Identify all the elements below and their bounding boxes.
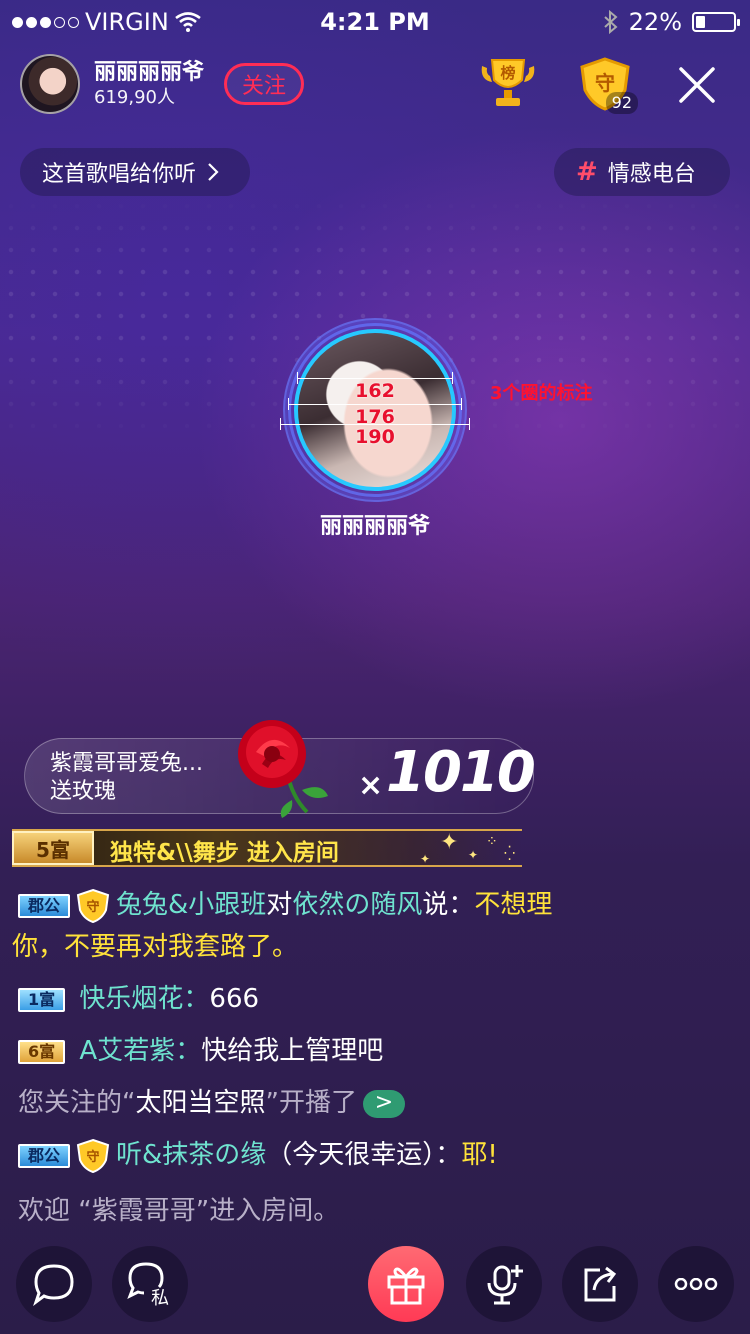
trophy-icon: 榜 xyxy=(481,59,535,106)
system-text: 您关注的“ xyxy=(18,1088,136,1118)
chat-text: 说： xyxy=(422,890,475,920)
chat-content: 666 xyxy=(209,984,260,1014)
center-name: 丽丽丽丽爷 xyxy=(319,514,430,539)
host-info[interactable]: 丽丽丽丽爷 619,90人 关注 xyxy=(20,54,305,114)
audience-count: 619,90人 xyxy=(94,87,175,108)
chat-content: 快给我上管理吧 xyxy=(201,1036,384,1066)
rich-badge: 6富 xyxy=(18,1039,66,1064)
measure-annotation: 3个圈的标注 xyxy=(490,383,593,404)
measure-label-outer: 190 xyxy=(355,426,395,448)
chat-content: 你，不要再对我套路了。 xyxy=(12,932,299,962)
sparkle-icon: ✦ xyxy=(440,830,459,855)
system-text: ”开播了 xyxy=(265,1088,357,1118)
radio-pill[interactable]: # 情感电台 xyxy=(554,148,730,196)
status-bar: VIRGIN 4:21 PM 22% xyxy=(0,0,750,44)
svg-text:守: 守 xyxy=(87,899,100,915)
gift-sender: 紫霞哥哥爱兔... 送玫瑰 xyxy=(50,750,203,806)
mic-button[interactable] xyxy=(466,1246,542,1322)
gift-count: 1010 xyxy=(386,740,536,805)
chat-content: 不想理 xyxy=(474,890,553,920)
gift-action: 送玫瑰 xyxy=(50,779,117,804)
host-avatar[interactable] xyxy=(20,54,80,114)
svg-text:守: 守 xyxy=(87,1149,100,1165)
battery-icon xyxy=(692,12,740,32)
rose-icon xyxy=(238,720,328,818)
bluetooth-icon xyxy=(603,10,618,34)
sparkle-icon: ✦ xyxy=(468,848,479,862)
song-pill[interactable]: 这首歌唱给你听 xyxy=(20,148,250,196)
chat-target[interactable]: 依然の随风 xyxy=(292,890,422,920)
more-button[interactable] xyxy=(658,1246,734,1322)
sparkle-icon: ⁛ xyxy=(504,846,516,862)
svg-text:私: 私 xyxy=(151,1288,169,1308)
followed-name[interactable]: 太阳当空照 xyxy=(135,1088,265,1118)
measure-line-inner xyxy=(297,372,453,384)
gift-sender-name: 紫霞哥哥爱兔... xyxy=(50,751,203,776)
chat-text: 对 xyxy=(266,890,293,920)
gift-button[interactable] xyxy=(368,1246,444,1322)
private-message-button[interactable]: 私 xyxy=(112,1246,188,1322)
close-button[interactable] xyxy=(672,60,722,110)
rich-badge: 5富 xyxy=(12,831,94,865)
chat-message: 郡公守听&抹茶の缘（今天很幸运）：耶! xyxy=(18,1134,738,1176)
chat-message: 1富 快乐烟花：666 xyxy=(18,978,738,1020)
chevron-right-icon xyxy=(208,163,219,181)
mic-add-icon xyxy=(487,1265,523,1305)
hash-icon: # xyxy=(576,157,598,187)
sparkle-icon: ⁘ xyxy=(486,834,498,850)
chat-text: （今天很幸运）： xyxy=(266,1140,462,1170)
guard-count: 92 xyxy=(605,92,638,114)
share-button[interactable] xyxy=(562,1246,638,1322)
host-text: 丽丽丽丽爷 619,90人 xyxy=(94,59,204,109)
chat-message: 6富 A艾若紫：快给我上管理吧 xyxy=(18,1030,738,1072)
duke-badge: 郡公 xyxy=(18,1143,71,1168)
welcome-text: 欢迎 “紫霞哥哥”进入房间。 xyxy=(18,1196,340,1226)
rich-badge: 1富 xyxy=(18,987,66,1012)
chat-button[interactable] xyxy=(16,1246,92,1322)
measure-line-middle xyxy=(288,398,462,410)
measure-label-inner: 162 xyxy=(355,380,395,402)
measure-line-outer xyxy=(280,418,470,430)
radio-pill-label: 情感电台 xyxy=(607,162,696,187)
private-message-icon: 私 xyxy=(127,1262,169,1308)
rank-button[interactable]: 榜 xyxy=(478,56,538,110)
gift-multiplier: × xyxy=(358,768,384,803)
guard-shield-icon: 守 xyxy=(76,888,110,923)
chat-user[interactable]: 兔兔&小跟班 xyxy=(116,890,266,920)
more-icon xyxy=(674,1278,718,1290)
battery-label: 22% xyxy=(628,8,682,36)
share-icon xyxy=(584,1266,617,1302)
entry-text: 独特&\\舞步 进入房间 xyxy=(110,840,339,866)
chat-bubble-icon xyxy=(33,1264,74,1306)
svg-text:榜: 榜 xyxy=(500,64,515,82)
go-button[interactable]: > xyxy=(362,1089,405,1118)
status-right: 22% xyxy=(603,8,740,36)
live-room-screen: VIRGIN 4:21 PM 22% 丽丽丽丽爷 619,90人 关注 榜 守 … xyxy=(0,0,750,1334)
chat-message-cont: 你，不要再对我套路了。 xyxy=(12,926,732,968)
chat-user[interactable]: 听&抹茶の缘 xyxy=(116,1140,266,1170)
chat-message: 郡公守兔兔&小跟班对依然の随风说：不想理 xyxy=(18,884,738,926)
gift-icon xyxy=(387,1267,425,1305)
guard-button[interactable]: 守 92 xyxy=(572,56,638,114)
close-icon xyxy=(679,67,715,103)
svg-text:守: 守 xyxy=(595,71,615,95)
chat-user[interactable]: A艾若紫： xyxy=(79,1036,201,1066)
duke-badge: 郡公 xyxy=(18,893,71,918)
sparkle-icon: ✦ xyxy=(420,852,431,866)
chat-content: 耶! xyxy=(461,1140,498,1170)
chat-user[interactable]: 快乐烟花： xyxy=(79,984,209,1014)
system-message: 欢迎 “紫霞哥哥”进入房间。 xyxy=(18,1190,738,1232)
system-message: 您关注的“太阳当空照”开播了 > xyxy=(18,1082,738,1124)
host-name: 丽丽丽丽爷 xyxy=(94,60,205,85)
song-pill-label: 这首歌唱给你听 xyxy=(42,162,197,187)
follow-button[interactable]: 关注 xyxy=(224,63,305,105)
guard-shield-icon: 守 xyxy=(76,1138,110,1173)
